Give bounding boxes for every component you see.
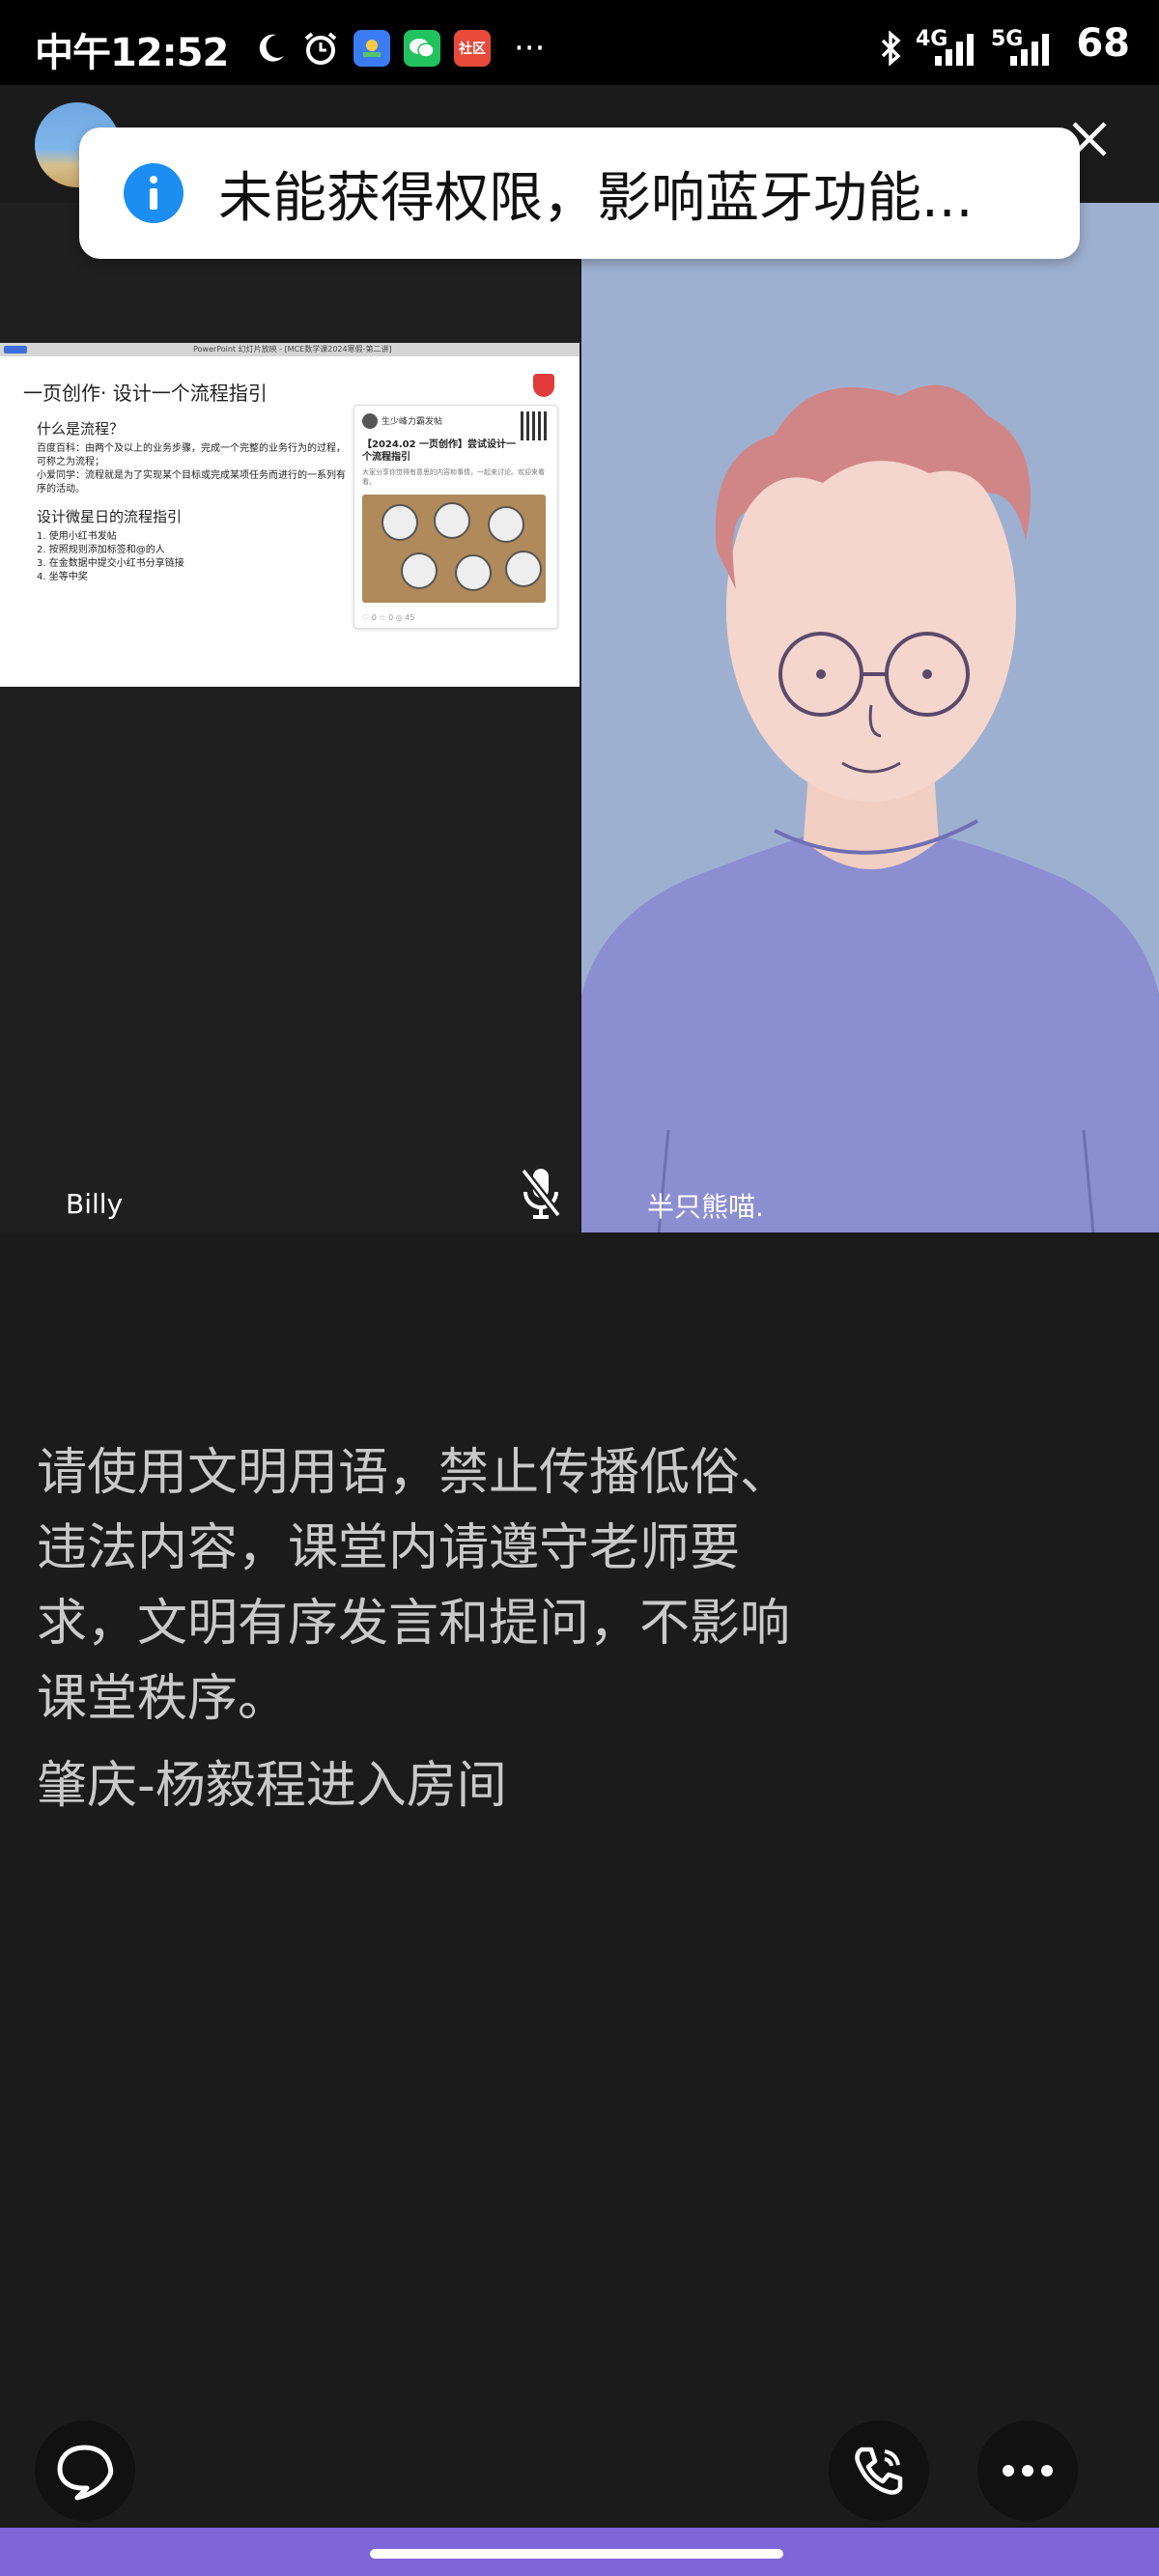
slide-list-item: 4. 坐等中奖 — [37, 572, 88, 582]
info-icon — [124, 163, 184, 223]
chat-button[interactable] — [35, 2420, 135, 2521]
signal-bars-icon — [1010, 31, 1049, 66]
slide-list-item: 1. 使用小红书发帖 — [37, 531, 117, 542]
signal-bars-icon — [935, 31, 974, 66]
slide-heading: 什么是流程？ — [37, 420, 125, 438]
slide-toolbar-badge — [4, 346, 27, 354]
gallery-icon — [353, 30, 390, 67]
avatar — [362, 413, 378, 429]
slide-heading: 设计微星日的流程指引 — [37, 508, 183, 525]
call-button[interactable] — [829, 2420, 929, 2521]
slide-title: 一页创作· 设计一个流程指引 — [23, 382, 268, 405]
card-title: 【2024.02 一页创作】尝试设计一个流程指引 — [362, 439, 517, 463]
participant-name: Billy — [66, 1188, 124, 1220]
shared-slide: PowerPoint 幻灯片放映 - [MCE数学课2024寒假-第二讲] 一页… — [0, 343, 580, 687]
slide-list-item: 2. 按照规则添加标签和@的人 — [37, 545, 165, 555]
moon-icon — [259, 34, 284, 62]
system-notice: 请使用文明用语，禁止传播低俗、违法内容，课堂内请遵守老师要求，文明有序发言和提问… — [37, 1444, 791, 1728]
more-icon — [1003, 2465, 1053, 2477]
slide-toolbar: PowerPoint 幻灯片放映 - [MCE数学课2024寒假-第二讲] — [0, 343, 580, 356]
permission-toast: 未能获得权限，影响蓝牙功能... — [79, 127, 1080, 259]
slide-body: 什么是流程？ 百度百科：由两个及以上的业务步骤，完成一个完整的业务行为的过程，可… — [37, 418, 346, 584]
video-tile-participant-2[interactable] — [581, 203, 1159, 1232]
chat-area: 请使用文明用语，禁止传播低俗、违法内容，课堂内请遵守老师要求，文明有序发言和提问… — [37, 1435, 829, 1824]
phone-call-icon — [855, 2447, 903, 2495]
status-bar: 中午12:52 社区 ··· 4G 5G 68 — [0, 0, 1159, 85]
slide-text: 百度百科：由两个及以上的业务步骤，完成一个完整的业务行为的过程，可称之为流程； — [37, 443, 346, 467]
card-stats: ♡ 0 ☆ 0 ◎ 45 — [362, 613, 415, 622]
default-avatar-illustration — [581, 203, 1159, 1232]
slide-list-item: 3. 在金数据中提交小红书分享链接 — [37, 558, 184, 569]
chat-bubble-icon — [57, 2445, 114, 2501]
wechat-icon — [404, 30, 440, 67]
community-app-icon: 社区 — [454, 30, 491, 67]
home-gesture-handle[interactable] — [370, 2549, 783, 2559]
slide-text: 小爱同学：流程就是为了实现某个目标或完成某项任务而进行的一系列有序的活动。 — [37, 470, 346, 495]
slide-caption: PowerPoint 幻灯片放映 - [MCE数学课2024寒假-第二讲] — [193, 345, 392, 354]
battery-level: 68 — [1076, 21, 1130, 66]
toast-message: 未能获得权限，影响蓝牙功能... — [218, 166, 974, 230]
status-overflow: ··· — [514, 29, 546, 68]
status-time: 中午12:52 — [35, 31, 229, 75]
qr-code-icon — [521, 411, 550, 440]
join-message: 肇庆-杨毅程进入房间 — [37, 1757, 507, 1815]
card-description: 大家分享你觉得有意思的内容和事情，一起来讨论。欢迎来看看。 — [362, 468, 545, 486]
participant-name: 半只熊喵. — [647, 1191, 764, 1223]
slide-post-card: 生少峰力霸发帖 【2024.02 一页创作】尝试设计一个流程指引 大家分享你觉得… — [353, 405, 558, 629]
shield-logo-icon — [533, 374, 554, 397]
alarm-icon — [304, 32, 337, 65]
mic-muted-icon — [520, 1168, 562, 1219]
card-author: 生少峰力霸发帖 — [382, 417, 443, 427]
card-image — [362, 495, 546, 603]
more-button[interactable] — [977, 2420, 1078, 2521]
bluetooth-icon — [881, 31, 901, 66]
status-notification-icons: 社区 ··· — [253, 29, 545, 68]
